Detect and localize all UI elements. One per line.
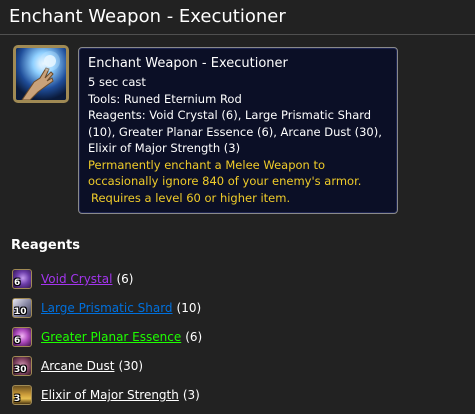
title-divider: [0, 34, 475, 35]
tooltip-cast-time: 5 sec cast: [88, 75, 146, 89]
spell-tooltip: Enchant Weapon - Executioner 5 sec cast …: [78, 47, 398, 214]
prismatic-shard-icon[interactable]: 10: [12, 298, 32, 318]
reagent-icon-quantity: 30: [14, 365, 27, 375]
reagent-row-arcane-dust: 30 Arcane Dust (30): [12, 355, 202, 377]
tooltip-effect-line-2: occasionally ignore 840 of your enemy's …: [88, 174, 362, 188]
elixir-icon[interactable]: 3: [12, 385, 32, 405]
tooltip-tools: Tools: Runed Eternium Rod: [88, 91, 242, 106]
reagent-list: 6 Void Crystal (6) 10 Large Prismatic Sh…: [12, 268, 202, 413]
tooltip-effect-line-1: Permanently enchant a Melee Weapon to: [88, 157, 326, 172]
page-title: Enchant Weapon - Executioner: [9, 6, 286, 27]
planar-essence-icon[interactable]: 6: [12, 327, 32, 347]
reagent-link-greater-planar-essence[interactable]: Greater Planar Essence: [41, 329, 181, 345]
reagent-icon-quantity: 3: [14, 394, 21, 404]
reagent-icon-quantity: 6: [14, 278, 21, 288]
reagent-count: (3): [182, 388, 200, 402]
reagent-count: (6): [185, 330, 203, 344]
enchanting-hand-icon[interactable]: [13, 45, 69, 103]
reagent-count: (6): [116, 272, 134, 286]
tooltip-spell-name: Enchant Weapon - Executioner: [88, 56, 288, 71]
reagent-icon-quantity: 10: [14, 307, 27, 317]
reagent-link-arcane-dust[interactable]: Arcane Dust: [41, 358, 114, 374]
arcane-dust-icon[interactable]: 30: [12, 356, 32, 376]
reagents-heading: Reagents: [11, 238, 80, 253]
reagent-count: (30): [118, 359, 144, 373]
tooltip-requirement: Requires a level 60 or higher item.: [91, 190, 291, 205]
reagent-row-greater-planar-essence: 6 Greater Planar Essence (6): [12, 326, 202, 348]
reagent-count: (10): [176, 301, 202, 315]
tooltip-reagents: Reagents: Void Crystal (6), Large Prisma…: [88, 108, 382, 155]
reagent-link-void-crystal[interactable]: Void Crystal: [41, 271, 112, 287]
reagent-link-elixir-of-major-strength[interactable]: Elixir of Major Strength: [41, 387, 179, 403]
reagent-row-large-prismatic-shard: 10 Large Prismatic Shard (10): [12, 297, 202, 319]
reagent-row-elixir-of-major-strength: 3 Elixir of Major Strength (3): [12, 384, 202, 406]
spell-page: Enchant Weapon - Executioner Enchant Wea…: [0, 0, 475, 414]
reagent-row-void-crystal: 6 Void Crystal (6): [12, 268, 202, 290]
void-crystal-icon[interactable]: 6: [12, 269, 32, 289]
reagent-icon-quantity: 6: [14, 336, 21, 346]
reagent-link-large-prismatic-shard[interactable]: Large Prismatic Shard: [41, 300, 173, 316]
